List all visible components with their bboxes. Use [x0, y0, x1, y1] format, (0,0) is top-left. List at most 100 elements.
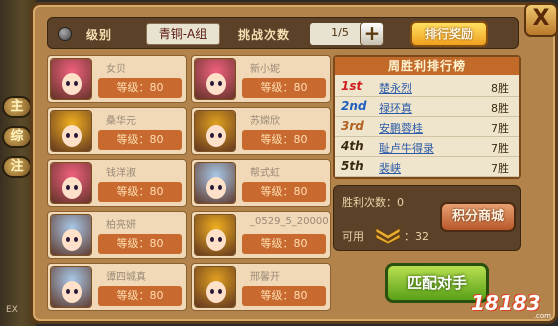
avatar-eye [66, 289, 70, 294]
avatar-face [62, 229, 82, 251]
avatar-eye [74, 133, 78, 138]
avatar-face [206, 229, 226, 251]
player-level: 等级：80 [242, 78, 326, 98]
ranking-title: 周胜利排行榜 [335, 57, 519, 75]
player-name: 帮式虹 [250, 168, 280, 179]
grade-dot-icon [58, 27, 72, 41]
rank-number: 3rd [341, 119, 364, 133]
player-avatar [194, 162, 236, 204]
avatar-eye [66, 81, 70, 86]
player-level: 等级：80 [242, 286, 326, 306]
opponent-card[interactable]: 柏亮妍等级：80 [47, 211, 187, 259]
avatar-face [206, 73, 226, 95]
weekly-ranking-panel: 周胜利排行榜 1st 楚永烈 8胜 2nd 禄环真 8胜 3rd 安鹏蓉桂 7胜 4th 耻卢牛得录… [333, 55, 521, 179]
player-name: _0529_5_20000 [250, 216, 329, 227]
player-name: 邢馨开 [250, 272, 280, 283]
player-level: 等级：80 [242, 130, 326, 150]
grade-label: 级别 [86, 28, 113, 42]
available-points: ：32 [404, 230, 429, 243]
player-name: 女贝 [106, 64, 126, 75]
ranking-row[interactable]: 1st 楚永烈 8胜 [335, 77, 519, 97]
avatar-eye [210, 81, 214, 86]
player-level: 等级：80 [98, 286, 182, 306]
avatar-eye [210, 237, 214, 242]
player-avatar [194, 266, 236, 308]
player-level: 等级：80 [98, 78, 182, 98]
available-label: 可用 [342, 230, 364, 243]
avatar-eye [210, 289, 214, 294]
rank-player-name[interactable]: 楚永烈 [379, 80, 412, 96]
ranking-row[interactable]: 3rd 安鹏蓉桂 7胜 [335, 117, 519, 137]
player-name: 谭四城真 [106, 272, 146, 283]
avatar-face [206, 281, 226, 303]
player-avatar [50, 58, 92, 100]
points-shop-button[interactable]: 积分商城 [440, 202, 516, 232]
avatar-eye [218, 81, 222, 86]
player-name: 柏亮妍 [106, 220, 136, 231]
opponent-card[interactable]: 帮式虹等级：80 [191, 159, 331, 207]
avatar-eye [218, 185, 222, 190]
player-avatar [194, 110, 236, 152]
avatar-eye [74, 81, 78, 86]
avatar-face [62, 125, 82, 147]
side-tab-3[interactable]: 注 [2, 156, 32, 178]
player-level: 等级：80 [98, 234, 182, 254]
rank-chevron-icon [375, 227, 401, 244]
opponent-card[interactable]: 谭四城真等级：80 [47, 263, 187, 311]
ranking-row[interactable]: 5th 裴峡 7胜 [335, 157, 519, 177]
rank-number: 2nd [341, 99, 367, 113]
avatar-eye [210, 133, 214, 138]
rank-player-name[interactable]: 耻卢牛得录 [379, 140, 434, 156]
opponent-card[interactable]: 新小妮等级：80 [191, 55, 331, 103]
avatar-face [206, 177, 226, 199]
watermark-logo: 18183 .com [457, 291, 553, 320]
opponent-card[interactable]: 邢馨开等级：80 [191, 263, 331, 311]
ranking-row[interactable]: 4th 耻卢牛得录 7胜 [335, 137, 519, 157]
logo-url: .com [533, 312, 551, 320]
opponent-card[interactable]: 苏嫦欣等级：80 [191, 107, 331, 155]
grade-value: 青铜-A组 [146, 23, 220, 45]
avatar-face [62, 73, 82, 95]
player-name: 新小妮 [250, 64, 280, 75]
player-level: 等级：80 [242, 182, 326, 202]
rank-wins: 7胜 [491, 162, 509, 175]
player-level: 等级：80 [98, 130, 182, 150]
rank-player-name[interactable]: 安鹏蓉桂 [379, 120, 423, 136]
player-level: 等级：80 [98, 182, 182, 202]
side-ex-label: EX [6, 305, 18, 315]
avatar-eye [66, 133, 70, 138]
side-tab-main[interactable]: 主 [2, 96, 32, 118]
player-avatar [50, 110, 92, 152]
avatar-eye [218, 133, 222, 138]
avatar-eye [210, 185, 214, 190]
close-button[interactable]: X [524, 3, 558, 37]
player-avatar [50, 162, 92, 204]
opponent-card[interactable]: _0529_5_20000 等级：80 [191, 211, 331, 259]
avatar-eye [218, 289, 222, 294]
rank-player-name[interactable]: 禄环真 [379, 100, 412, 116]
ranking-row[interactable]: 2nd 禄环真 8胜 [335, 97, 519, 117]
avatar-eye [66, 185, 70, 190]
rank-wins: 8胜 [491, 82, 509, 95]
avatar-eye [218, 237, 222, 242]
wins-count: 胜利次数：0 [342, 196, 404, 209]
rank-reward-button[interactable]: 排行奖励 [410, 21, 488, 47]
player-name: 钱洋淑 [106, 168, 136, 179]
avatar-eye [74, 289, 78, 294]
player-avatar [50, 266, 92, 308]
add-challenge-button[interactable]: + [360, 22, 384, 46]
rank-wins: 8胜 [491, 102, 509, 115]
points-panel: 胜利次数：0 可用 ：32 积分商城 [333, 185, 521, 251]
avatar-eye [66, 237, 70, 242]
side-tab-2[interactable]: 综 [2, 126, 32, 148]
avatar-face [62, 177, 82, 199]
avatar-eye [74, 237, 78, 242]
avatar-eye [74, 185, 78, 190]
player-avatar [194, 58, 236, 100]
opponent-card[interactable]: 钱洋淑等级：80 [47, 159, 187, 207]
opponent-card[interactable]: 女贝等级：80 [47, 55, 187, 103]
opponent-card[interactable]: 桑华元 等级：80 [47, 107, 187, 155]
player-name: 苏嫦欣 [250, 116, 280, 127]
rank-player-name[interactable]: 裴峡 [379, 160, 401, 176]
opponent-grid: 女贝 等级：80 新小妮 等级：80 桑华元 等级：80 苏嫦欣 等级：80 钱洋淑 等级：80 帮… [47, 55, 333, 317]
